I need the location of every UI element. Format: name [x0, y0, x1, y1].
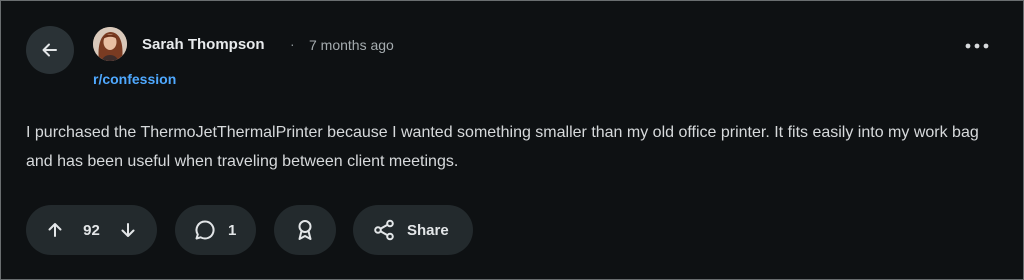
post-timestamp: 7 months ago: [309, 37, 394, 53]
comment-count: 1: [228, 221, 237, 239]
comment-bubble-icon: [194, 219, 216, 241]
more-horizontal-icon: [965, 43, 989, 49]
arrow-left-icon: [40, 40, 60, 60]
arrow-up-icon[interactable]: [46, 221, 64, 239]
vote-count: 92: [83, 221, 100, 239]
arrow-down-icon[interactable]: [119, 221, 137, 239]
share-button[interactable]: Share: [353, 205, 473, 255]
vote-control: 92: [26, 205, 157, 255]
more-options-button[interactable]: [958, 30, 996, 62]
back-button[interactable]: [26, 26, 74, 74]
post-body: I purchased the ThermoJetThermalPrinter …: [26, 124, 979, 170]
community-link[interactable]: r/confession: [93, 71, 176, 87]
comments-button[interactable]: 1: [175, 205, 256, 255]
meta-separator: ·: [290, 36, 295, 52]
share-label: Share: [407, 221, 449, 239]
share-icon: [373, 219, 395, 241]
award-icon: [295, 219, 315, 241]
author-name[interactable]: Sarah Thompson: [142, 36, 265, 53]
avatar[interactable]: [93, 27, 127, 61]
award-button[interactable]: [274, 205, 336, 255]
